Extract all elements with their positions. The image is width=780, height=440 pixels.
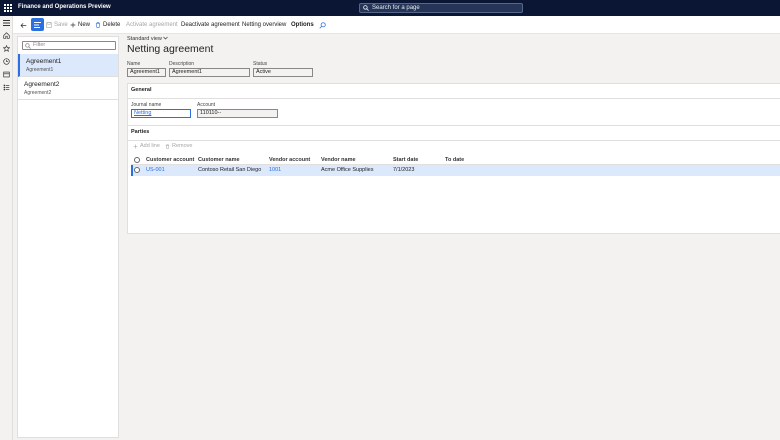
table-cell[interactable]: Acme Office Supplies (321, 167, 373, 173)
row-select-radio[interactable] (134, 167, 140, 173)
search-icon (319, 21, 326, 29)
save-icon (46, 22, 52, 28)
trash-icon (95, 22, 101, 28)
account-field: Account 110110-- (197, 102, 278, 118)
description-label: Description (169, 61, 195, 67)
search-icon (25, 43, 31, 49)
column-header[interactable]: Vendor name (321, 157, 356, 163)
name-label: Name (127, 61, 141, 67)
column-header[interactable]: Customer account (146, 157, 194, 163)
list-item-subtitle: Agreement2 (24, 90, 52, 96)
view-label: Standard view (127, 36, 162, 42)
filter-input[interactable]: Filter (22, 41, 116, 50)
filter-placeholder: Filter (33, 42, 46, 48)
table-row[interactable]: US-001 Contoso Retail San Diego 1001 Acm… (131, 165, 780, 176)
column-header[interactable]: To date (445, 157, 464, 163)
new-label: New (78, 22, 91, 28)
list-item-title: Agreement2 (24, 81, 60, 88)
plus-icon (133, 144, 138, 148)
search-placeholder: Search for a page (372, 5, 420, 11)
save-button[interactable]: Save (46, 20, 68, 30)
table-cell[interactable]: Contoso Retail San Diego (198, 167, 261, 173)
remove-button[interactable]: Remove (165, 143, 192, 149)
page-title: Netting agreement (127, 43, 214, 55)
list-item[interactable]: Agreement2 Agreement2 (18, 77, 118, 100)
waffle-icon[interactable] (4, 4, 12, 12)
select-all-radio[interactable] (134, 157, 140, 163)
new-button[interactable]: New (70, 20, 90, 30)
hamburger-icon[interactable] (2, 18, 11, 27)
top-bar: Finance and Operations Preview Search fo… (0, 0, 780, 16)
general-title[interactable]: General (131, 87, 151, 93)
journal-name-label: Journal name (131, 102, 162, 108)
view-selector[interactable]: Standard view (127, 36, 169, 42)
column-header[interactable]: Vendor account (269, 157, 310, 163)
deactivate-agreement-button[interactable]: Deactivate agreement (181, 20, 240, 30)
delete-button[interactable]: Delete (95, 20, 120, 30)
back-icon (20, 22, 27, 28)
app-title: Finance and Operations Preview (18, 4, 111, 10)
account-label: Account (197, 102, 216, 108)
description-input[interactable]: Agreement1 (169, 68, 250, 77)
name-input[interactable]: Agreement1 (127, 68, 166, 77)
status-input[interactable]: Active (253, 68, 313, 77)
star-icon[interactable] (2, 44, 11, 53)
add-line-label: Add line (140, 143, 160, 149)
status-field: Status Active (253, 61, 313, 77)
divider (128, 98, 780, 99)
name-field: Name Agreement1 (127, 61, 166, 77)
main-content: Standard view Netting agreement Name Agr… (127, 36, 780, 440)
journal-name-field: Journal name Netting (131, 102, 191, 118)
divider (128, 140, 780, 141)
table-cell[interactable]: 1001 (269, 167, 281, 173)
column-header[interactable]: Start date (393, 157, 418, 163)
status-label: Status (253, 61, 268, 67)
hamburger-icon (34, 21, 41, 28)
delete-label: Delete (103, 22, 121, 28)
netting-overview-button[interactable]: Netting overview (242, 20, 286, 30)
workspace-icon[interactable] (2, 70, 11, 79)
account-input[interactable]: 110110-- (197, 109, 278, 118)
save-label: Save (54, 22, 68, 28)
home-icon[interactable] (2, 31, 11, 40)
add-line-button[interactable]: Add line (133, 143, 160, 149)
grid-header: Customer account Customer name Vendor ac… (131, 155, 780, 165)
list-item-title: Agreement1 (26, 58, 62, 65)
activate-agreement-button[interactable]: Activate agreement (126, 20, 178, 30)
journal-name-input[interactable]: Netting (131, 109, 191, 118)
trash-icon (165, 143, 170, 149)
table-cell[interactable]: US-001 (146, 167, 165, 173)
agreement-list: Filter Agreement1 Agreement1 Agreement2 … (17, 36, 119, 438)
list-item[interactable]: Agreement1 Agreement1 (18, 54, 118, 77)
remove-label: Remove (172, 143, 193, 149)
back-button[interactable] (20, 20, 27, 30)
action-menu-button[interactable] (31, 18, 44, 31)
description-field: Description Agreement1 (169, 61, 250, 77)
search-icon (363, 5, 369, 11)
chevron-down-icon (163, 36, 169, 40)
parties-section: Parties Add line Remove Customer account… (127, 125, 780, 234)
list-item-subtitle: Agreement1 (26, 67, 54, 73)
nav-rail (0, 16, 13, 440)
options-tab[interactable]: Options (291, 20, 314, 30)
table-cell[interactable]: 7/1/2023 (393, 167, 414, 173)
action-pane: Save New Delete Activate agreement Deact… (13, 16, 780, 34)
search-input[interactable]: Search for a page (359, 3, 523, 13)
parties-title[interactable]: Parties (131, 129, 149, 135)
clock-icon[interactable] (2, 57, 11, 66)
action-search-button[interactable] (319, 20, 326, 30)
column-header[interactable]: Customer name (198, 157, 240, 163)
list-icon[interactable] (2, 83, 11, 92)
plus-icon (70, 22, 76, 28)
